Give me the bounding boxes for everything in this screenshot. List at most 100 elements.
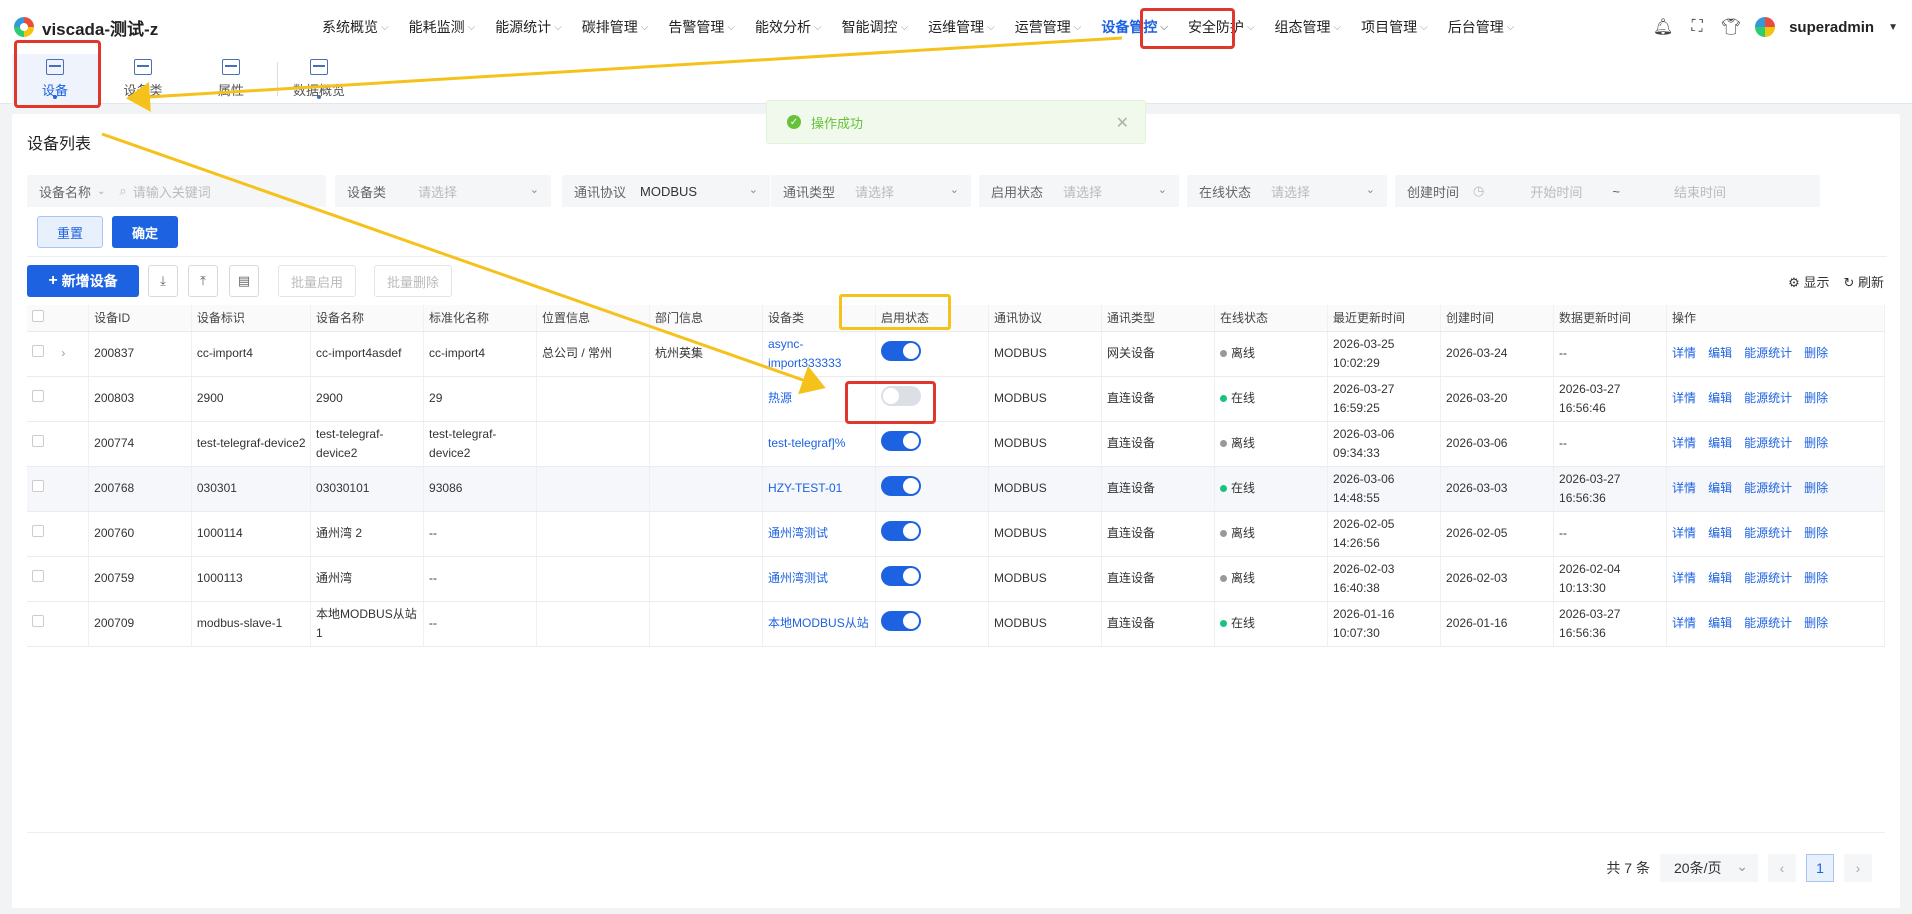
action-energy-stats[interactable]: 能源统计 — [1744, 346, 1792, 360]
row-select-cell[interactable] — [27, 511, 90, 557]
theme-shirt-icon[interactable]: 👕︎ — [1721, 17, 1741, 37]
confirm-button[interactable]: 确定 — [112, 216, 178, 248]
subnav-attribute[interactable]: 属性 — [188, 54, 274, 104]
action-edit[interactable]: 编辑 — [1708, 346, 1732, 360]
action-energy-stats[interactable]: 能源统计 — [1744, 481, 1792, 495]
display-button[interactable]: ⚙ 显示 — [1788, 272, 1829, 291]
action-delete[interactable]: 删除 — [1804, 526, 1828, 540]
batch-enable-button[interactable]: 批量启用 — [278, 265, 357, 297]
cell-device-class[interactable]: 通州湾测试 — [762, 511, 877, 557]
table-row[interactable]: 200709 modbus-slave-1 本地MODBUS从站1 -- 本地MODBU… — [27, 601, 1885, 647]
row-select-cell[interactable] — [27, 466, 90, 512]
cell-device-class[interactable]: 热源 — [762, 376, 877, 422]
enable-switch[interactable] — [881, 340, 922, 361]
bell-icon[interactable]: 🔔︎ — [1653, 17, 1673, 37]
action-delete[interactable]: 删除 — [1804, 616, 1828, 630]
action-detail[interactable]: 详情 — [1672, 436, 1696, 450]
row-select-cell[interactable]: › — [27, 331, 90, 377]
online-status-select[interactable]: 在线状态 请选择 ⌄ — [1187, 175, 1387, 207]
row-checkbox[interactable] — [32, 345, 44, 357]
action-edit[interactable]: 编辑 — [1708, 481, 1732, 495]
page-size-select[interactable]: 20条/页 — [1660, 854, 1758, 882]
prev-page-button[interactable]: ‹ — [1768, 854, 1796, 882]
device-class-link[interactable]: 通州湾测试 — [768, 571, 828, 585]
action-delete[interactable]: 删除 — [1804, 346, 1828, 360]
fullscreen-icon[interactable]: ⛶ — [1687, 17, 1707, 37]
action-delete[interactable]: 删除 — [1804, 481, 1828, 495]
enable-status-select[interactable]: 启用状态 请选择 ⌄ — [979, 175, 1179, 207]
enable-switch[interactable] — [881, 565, 922, 586]
action-detail[interactable]: 详情 — [1672, 391, 1696, 405]
row-select-cell[interactable] — [27, 421, 90, 467]
menu-item-12[interactable]: 项目管理 ⌵ — [1351, 0, 1438, 54]
device-class-link[interactable]: 热源 — [768, 391, 792, 405]
row-select-cell[interactable] — [27, 556, 90, 602]
table-row[interactable]: 200759 1000113 通州湾 -- 通州湾测试 MODBUS 直连设备 离线 2026-… — [27, 556, 1885, 602]
menu-item-5[interactable]: 能效分析 ⌵ — [745, 0, 832, 54]
menu-item-8[interactable]: 运营管理 ⌵ — [1005, 0, 1092, 54]
device-class-link[interactable]: 通州湾测试 — [768, 526, 828, 540]
enable-switch[interactable] — [881, 475, 922, 496]
table-row[interactable]: 200803 2900 2900 29 热源 MODBUS 直连设备 在线 2026-03-27… — [27, 376, 1885, 422]
upload-icon[interactable]: ⤒ — [188, 265, 218, 297]
menu-item-11[interactable]: 组态管理 ⌵ — [1265, 0, 1352, 54]
avatar[interactable] — [1755, 17, 1776, 37]
action-edit[interactable]: 编辑 — [1708, 436, 1732, 450]
enable-switch[interactable] — [881, 385, 922, 406]
action-delete[interactable]: 删除 — [1804, 571, 1828, 585]
brand[interactable]: viscada-测试-z — [14, 15, 314, 40]
cell-device-class[interactable]: 通州湾测试 — [762, 556, 877, 602]
file-icon[interactable]: ▤ — [229, 265, 259, 297]
row-select-cell[interactable] — [27, 376, 90, 422]
cell-device-class[interactable]: test-telegraf]% — [762, 421, 877, 467]
action-detail[interactable]: 详情 — [1672, 481, 1696, 495]
row-select-cell[interactable] — [27, 601, 90, 647]
user-chevron-icon[interactable]: ▼ — [1888, 22, 1898, 33]
menu-item-4[interactable]: 告警管理 ⌵ — [658, 0, 745, 54]
menu-item-9[interactable]: 设备管控 ⌵ — [1091, 0, 1178, 54]
comm-type-select[interactable]: 通讯类型 请选择 ⌄ — [771, 175, 971, 207]
device-name-filter[interactable]: 设备名称 ⌄ ⌕ 请输入关键词 — [27, 175, 326, 207]
page-1-button[interactable]: 1 — [1806, 854, 1834, 882]
action-detail[interactable]: 详情 — [1672, 616, 1696, 630]
reset-button[interactable]: 重置 — [37, 216, 103, 248]
row-checkbox[interactable] — [32, 570, 44, 582]
action-edit[interactable]: 编辑 — [1708, 526, 1732, 540]
select-all-checkbox[interactable] — [32, 310, 44, 323]
select-all-cell[interactable] — [27, 305, 90, 332]
row-checkbox[interactable] — [32, 615, 44, 627]
table-row[interactable]: › 200837 cc-import4 cc-import4asdef cc-impor… — [27, 331, 1885, 377]
action-edit[interactable]: 编辑 — [1708, 571, 1732, 585]
next-page-button[interactable]: › — [1844, 854, 1872, 882]
device-class-link[interactable]: test-telegraf]% — [768, 436, 845, 450]
end-time-input[interactable]: 结束时间 — [1674, 182, 1726, 201]
action-edit[interactable]: 编辑 — [1708, 391, 1732, 405]
row-checkbox[interactable] — [32, 525, 44, 537]
row-checkbox[interactable] — [32, 435, 44, 447]
action-detail[interactable]: 详情 — [1672, 526, 1696, 540]
created-time-range[interactable]: 创建时间 ◷ 开始时间 ~ 结束时间 — [1395, 175, 1820, 207]
menu-item-7[interactable]: 运维管理 ⌵ — [918, 0, 1005, 54]
subnav-data-overview[interactable]: 数据概览 — [276, 54, 362, 104]
row-checkbox[interactable] — [32, 390, 44, 402]
action-energy-stats[interactable]: 能源统计 — [1744, 526, 1792, 540]
subnav-device-class[interactable]: 设备类 — [100, 54, 186, 104]
menu-item-13[interactable]: 后台管理 ⌵ — [1438, 0, 1525, 54]
enable-switch[interactable] — [881, 430, 922, 451]
chevron-down-icon[interactable]: ⌄ — [97, 186, 105, 197]
action-energy-stats[interactable]: 能源统计 — [1744, 616, 1792, 630]
close-icon[interactable]: ✕ — [1116, 113, 1129, 133]
enable-switch[interactable] — [881, 520, 922, 541]
device-class-link[interactable]: 本地MODBUS从站 — [768, 616, 869, 630]
add-device-button[interactable]: + 新增设备 — [27, 265, 139, 297]
batch-delete-button[interactable]: 批量删除 — [374, 265, 453, 297]
menu-item-10[interactable]: 安全防护 ⌵ — [1178, 0, 1265, 54]
enable-switch[interactable] — [881, 610, 922, 631]
row-checkbox[interactable] — [32, 480, 44, 492]
table-row[interactable]: 200774 test-telegraf-device2 test-telegraf… — [27, 421, 1885, 467]
action-detail[interactable]: 详情 — [1672, 571, 1696, 585]
expand-icon[interactable]: › — [61, 346, 65, 360]
device-class-link[interactable]: HZY-TEST-01 — [768, 481, 842, 495]
menu-item-3[interactable]: 碳排管理 ⌵ — [572, 0, 659, 54]
menu-item-1[interactable]: 能耗监测 ⌵ — [399, 0, 486, 54]
